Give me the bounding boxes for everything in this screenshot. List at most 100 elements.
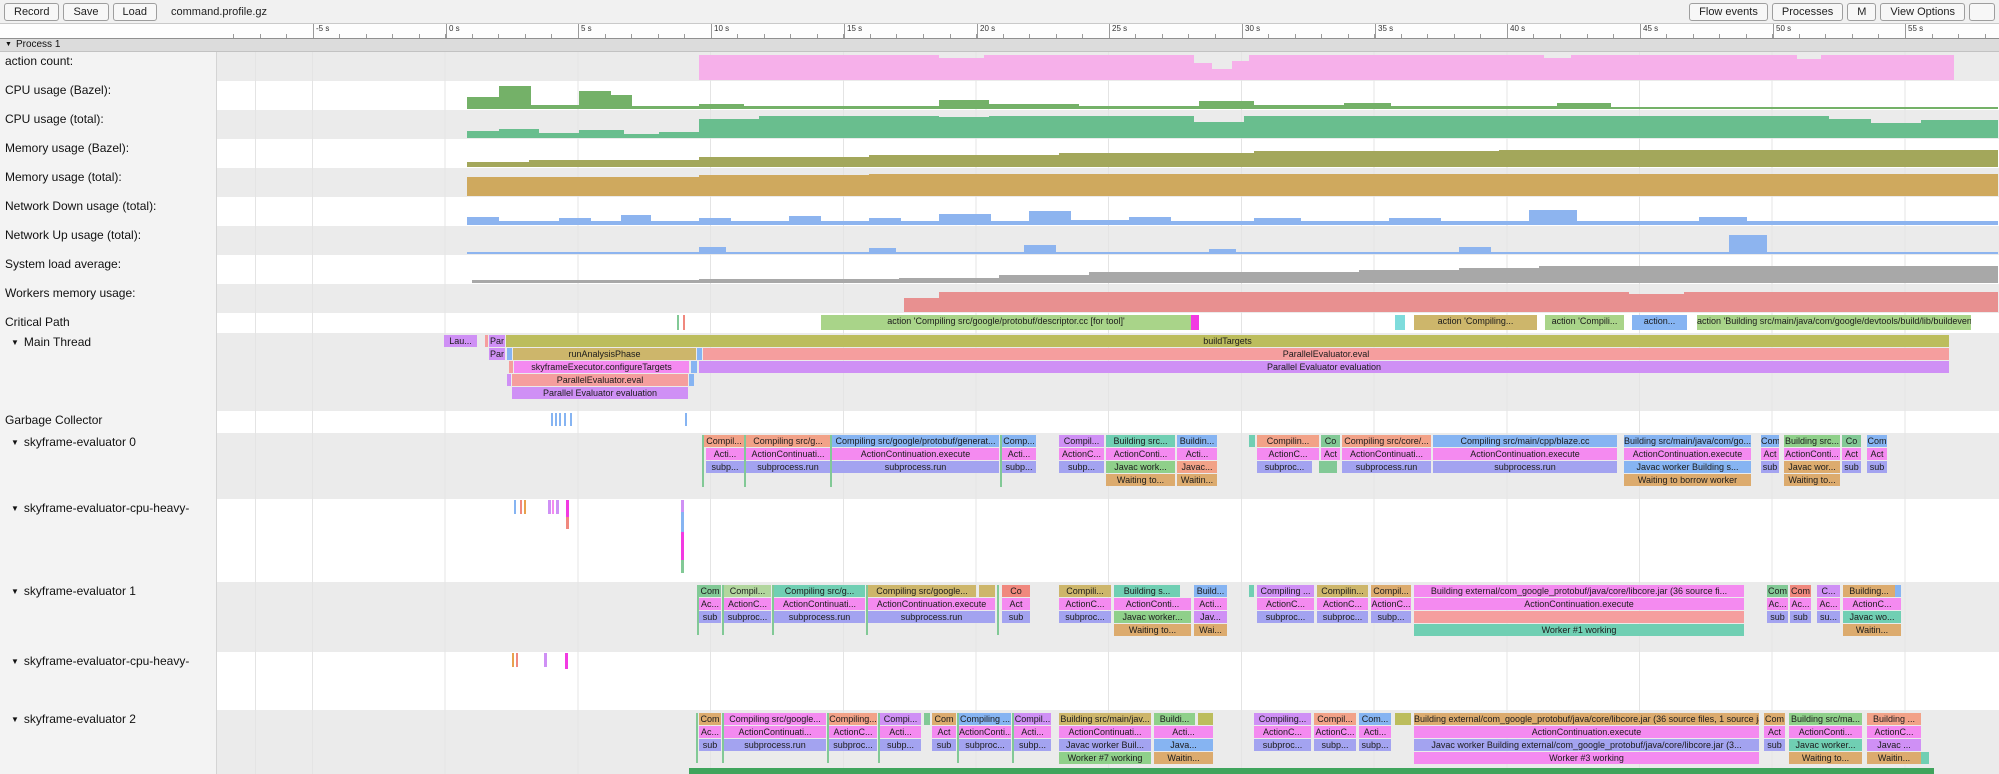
collapse-arrow-icon[interactable]: ▼ <box>11 715 19 724</box>
flow-events-button[interactable]: Flow events <box>1689 3 1768 21</box>
event-block[interactable]: Building src... <box>1106 435 1175 447</box>
event-block[interactable]: subproc... <box>959 739 1011 751</box>
event-block[interactable]: Compil... <box>1371 585 1411 597</box>
track-canvas[interactable] <box>217 652 1999 710</box>
event-block[interactable]: Wai... <box>1194 624 1227 636</box>
event-block[interactable]: Building ... <box>1867 713 1921 725</box>
event-block[interactable]: sub <box>1764 739 1785 751</box>
track-canvas[interactable] <box>217 139 1999 168</box>
event-block[interactable]: subp... <box>1014 739 1051 751</box>
event-sliver[interactable] <box>566 517 569 529</box>
event-block[interactable]: subproc... <box>1059 611 1111 623</box>
event-block[interactable]: Buildi... <box>1154 713 1195 725</box>
event-block[interactable] <box>485 335 488 347</box>
collapse-arrow-icon[interactable]: ▼ <box>11 438 19 447</box>
event-block[interactable]: ActionC... <box>1257 598 1314 610</box>
event-block[interactable]: buildTargets <box>506 335 1949 347</box>
event-sliver[interactable] <box>524 500 526 514</box>
event-block[interactable]: Parallel Evaluator evaluation <box>699 361 1949 373</box>
event-block[interactable]: subprocess.run <box>1342 461 1431 473</box>
event-block[interactable]: Waiting to... <box>1784 474 1840 486</box>
track-label[interactable]: ▼skyframe-evaluator 2 <box>0 710 217 774</box>
event-sliver[interactable] <box>722 585 724 635</box>
event-sliver[interactable] <box>548 500 551 514</box>
event-block[interactable]: Acti... <box>1194 598 1227 610</box>
event-block[interactable]: ActionConti... <box>1784 448 1840 460</box>
collapse-arrow-icon[interactable]: ▼ <box>11 587 19 596</box>
event-block[interactable]: Compil... <box>724 585 771 597</box>
event-block[interactable]: ActionC... <box>829 726 877 738</box>
load-button[interactable]: Load <box>113 3 157 21</box>
event-block[interactable]: su... <box>1817 611 1840 623</box>
track-canvas[interactable] <box>217 110 1999 139</box>
event-block[interactable]: Act <box>932 726 956 738</box>
event-block[interactable] <box>1249 435 1255 447</box>
event-block[interactable]: Compilin... <box>1257 435 1319 447</box>
event-block[interactable]: Act <box>1867 448 1887 460</box>
process-header[interactable]: ▼Process 1 <box>0 39 1999 52</box>
event-sliver[interactable] <box>685 413 687 426</box>
event-sliver[interactable] <box>681 500 684 512</box>
event-sliver[interactable] <box>512 653 514 667</box>
event-sliver[interactable] <box>520 500 522 514</box>
event-sliver[interactable] <box>551 413 553 426</box>
event-block[interactable]: Worker #1 working <box>1414 624 1744 636</box>
event-block[interactable]: Acti... <box>880 726 921 738</box>
event-block[interactable]: subp... <box>1371 611 1411 623</box>
event-sliver[interactable] <box>565 653 568 669</box>
event-block[interactable]: sub <box>1002 611 1030 623</box>
event-block[interactable]: ActionC... <box>1257 448 1319 460</box>
event-block[interactable]: Javac worker... <box>1114 611 1191 623</box>
event-block[interactable]: Buildin... <box>1177 435 1217 447</box>
event-block[interactable]: Co <box>1002 585 1030 597</box>
event-block[interactable]: Act <box>1761 448 1779 460</box>
event-block[interactable]: ActionContinuation.execute <box>1624 448 1751 460</box>
event-sliver[interactable] <box>559 413 561 426</box>
event-block[interactable]: subprocess.run <box>868 611 995 623</box>
event-block[interactable]: action 'Compili... <box>1545 315 1624 330</box>
event-block[interactable]: Compiling src/google... <box>724 713 826 725</box>
event-block[interactable]: Par <box>489 348 505 360</box>
event-block[interactable]: subprocess.run <box>724 739 826 751</box>
event-block[interactable]: subprocess.run <box>832 461 999 473</box>
event-block[interactable] <box>1414 611 1744 623</box>
event-block[interactable]: Compil... <box>704 435 744 447</box>
track-canvas[interactable] <box>217 284 1999 313</box>
event-sliver[interactable] <box>997 585 999 635</box>
event-block[interactable]: Compiling ... <box>1257 585 1314 597</box>
event-block[interactable]: Java... <box>1154 739 1213 751</box>
event-block[interactable]: Building src... <box>1784 435 1840 447</box>
event-block[interactable]: Com <box>932 713 956 725</box>
event-sliver[interactable] <box>830 435 832 487</box>
event-block[interactable]: subp... <box>706 461 744 473</box>
event-block[interactable]: Ac... <box>1817 598 1840 610</box>
event-sliver[interactable] <box>696 713 698 763</box>
event-block[interactable]: Com... <box>1359 713 1391 725</box>
event-block[interactable]: Acti... <box>1002 448 1036 460</box>
track-canvas[interactable]: Lau...ParbuildTargetsParrunAnalysisPhase… <box>217 333 1999 411</box>
track-canvas[interactable] <box>217 52 1999 81</box>
event-block[interactable] <box>1395 315 1405 330</box>
event-block[interactable]: sub <box>932 739 956 751</box>
event-block[interactable]: ParallelEvaluator.eval <box>703 348 1949 360</box>
event-block[interactable]: sub <box>699 611 721 623</box>
event-block[interactable]: ActionContinuati... <box>1342 448 1431 460</box>
event-block[interactable]: ActionC... <box>1059 448 1104 460</box>
track-canvas[interactable]: Compil...Compiling src/g...Compiling src… <box>217 433 1999 499</box>
event-block[interactable]: action 'Building src/main/java/com/googl… <box>1697 315 1971 330</box>
event-sliver[interactable] <box>722 713 724 763</box>
event-block[interactable]: Compiling src/google... <box>868 585 976 597</box>
event-block[interactable]: Javac wo... <box>1843 611 1901 623</box>
event-block[interactable]: Ac... <box>699 726 721 738</box>
event-block[interactable]: C... <box>1817 585 1840 597</box>
event-block[interactable] <box>1395 713 1411 725</box>
event-sliver[interactable] <box>827 713 829 763</box>
event-block[interactable]: Compiling... <box>1254 713 1311 725</box>
event-block[interactable]: subp... <box>880 739 921 751</box>
event-block[interactable] <box>697 348 702 360</box>
event-block[interactable]: Waiting to... <box>1106 474 1175 486</box>
event-block[interactable]: ActionC... <box>1371 598 1411 610</box>
event-block[interactable]: Build... <box>1194 585 1227 597</box>
event-block[interactable]: Acti... <box>706 448 744 460</box>
timeline-ruler[interactable]: -5 s0 s5 s10 s15 s20 s25 s30 s35 s40 s45… <box>0 24 1999 39</box>
